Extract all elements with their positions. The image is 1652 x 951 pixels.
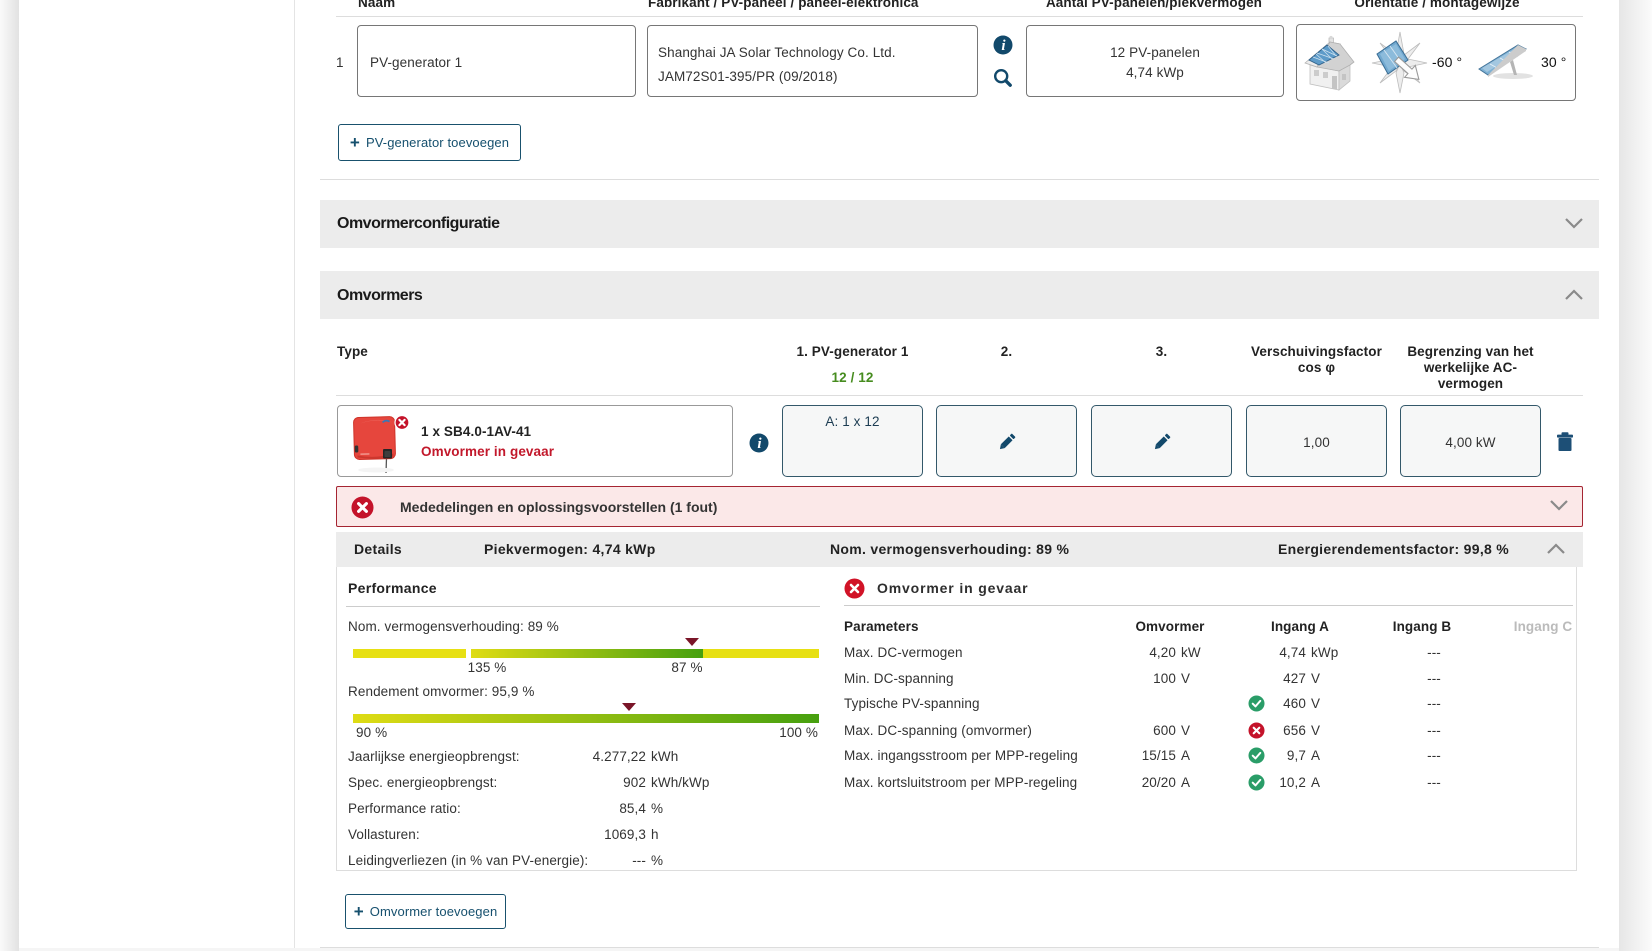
svg-text:i: i (757, 436, 762, 452)
svg-text:i: i (1001, 38, 1006, 54)
